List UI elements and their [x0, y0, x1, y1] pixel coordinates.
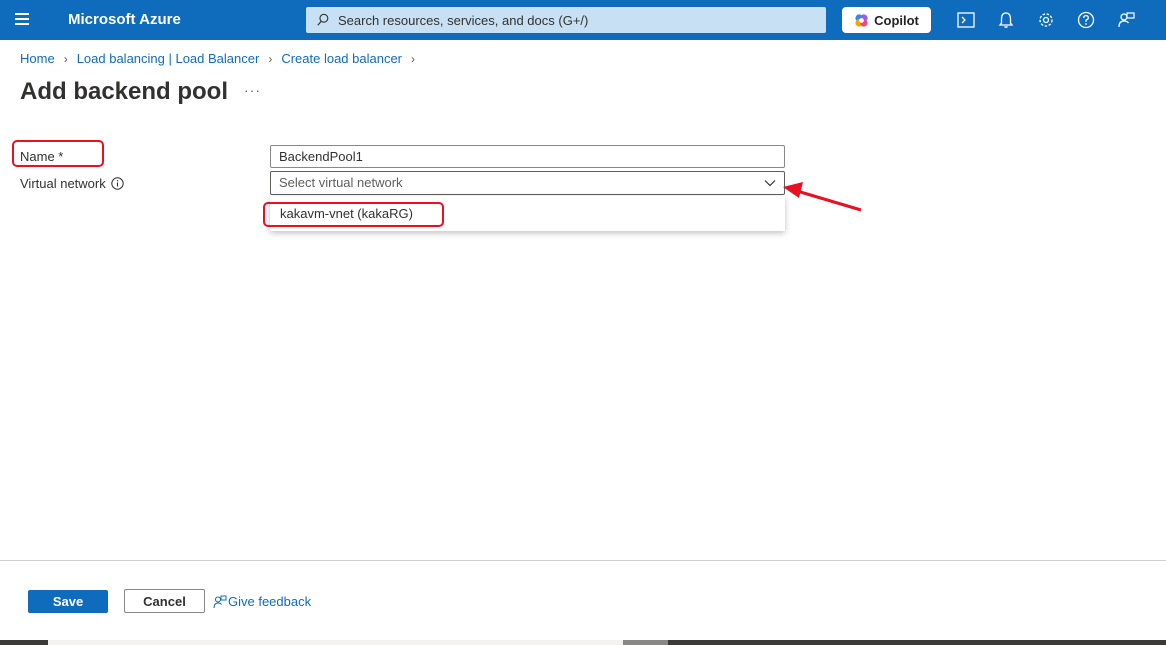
- copilot-icon: [855, 13, 868, 27]
- give-feedback-label: Give feedback: [228, 594, 312, 609]
- top-bar: Microsoft Azure Search resources, servic…: [0, 0, 1166, 40]
- copilot-button[interactable]: Copilot: [842, 7, 931, 33]
- feedback-icon[interactable]: [1116, 10, 1136, 30]
- bell-icon[interactable]: [996, 10, 1016, 30]
- footer-divider: [0, 560, 1166, 561]
- virtual-network-label-row: Virtual network: [20, 176, 124, 191]
- virtual-network-placeholder: Select virtual network: [279, 175, 403, 190]
- name-label: Name *: [20, 149, 64, 164]
- more-options-button[interactable]: ···: [244, 82, 261, 98]
- chevron-right-icon: ›: [63, 51, 68, 66]
- virtual-network-select[interactable]: Select virtual network: [270, 171, 785, 195]
- chevron-right-icon: ›: [268, 51, 273, 66]
- breadcrumb: Home › Load balancing | Load Balancer › …: [20, 51, 424, 66]
- search-input[interactable]: Search resources, services, and docs (G+…: [306, 7, 826, 33]
- name-field[interactable]: BackendPool1: [270, 145, 785, 168]
- virtual-network-label: Virtual network: [20, 176, 106, 191]
- page-title: Add backend pool: [20, 78, 229, 105]
- search-placeholder: Search resources, services, and docs (G+…: [338, 12, 589, 28]
- option-highlight: [263, 202, 444, 227]
- breadcrumb-home[interactable]: Home: [20, 51, 55, 66]
- chevron-down-icon: [764, 180, 776, 187]
- save-button[interactable]: Save: [28, 590, 108, 613]
- gear-icon[interactable]: [1036, 10, 1056, 30]
- cancel-button[interactable]: Cancel: [124, 589, 205, 613]
- cloud-shell-icon[interactable]: [956, 10, 976, 30]
- brand-title[interactable]: Microsoft Azure: [68, 11, 181, 28]
- menu-icon[interactable]: [15, 13, 33, 27]
- feedback-person-icon: [213, 595, 227, 608]
- taskbar-strip: [0, 640, 1166, 645]
- search-icon: [317, 13, 329, 26]
- help-icon[interactable]: [1076, 10, 1096, 30]
- copilot-label: Copilot: [874, 12, 919, 28]
- info-icon[interactable]: [111, 177, 124, 190]
- annotation-arrow-icon: [783, 182, 862, 212]
- breadcrumb-create-load-balancer[interactable]: Create load balancer: [281, 51, 402, 66]
- give-feedback-link[interactable]: Give feedback: [213, 594, 311, 609]
- breadcrumb-load-balancing[interactable]: Load balancing | Load Balancer: [77, 51, 260, 66]
- chevron-right-icon: ›: [411, 51, 416, 66]
